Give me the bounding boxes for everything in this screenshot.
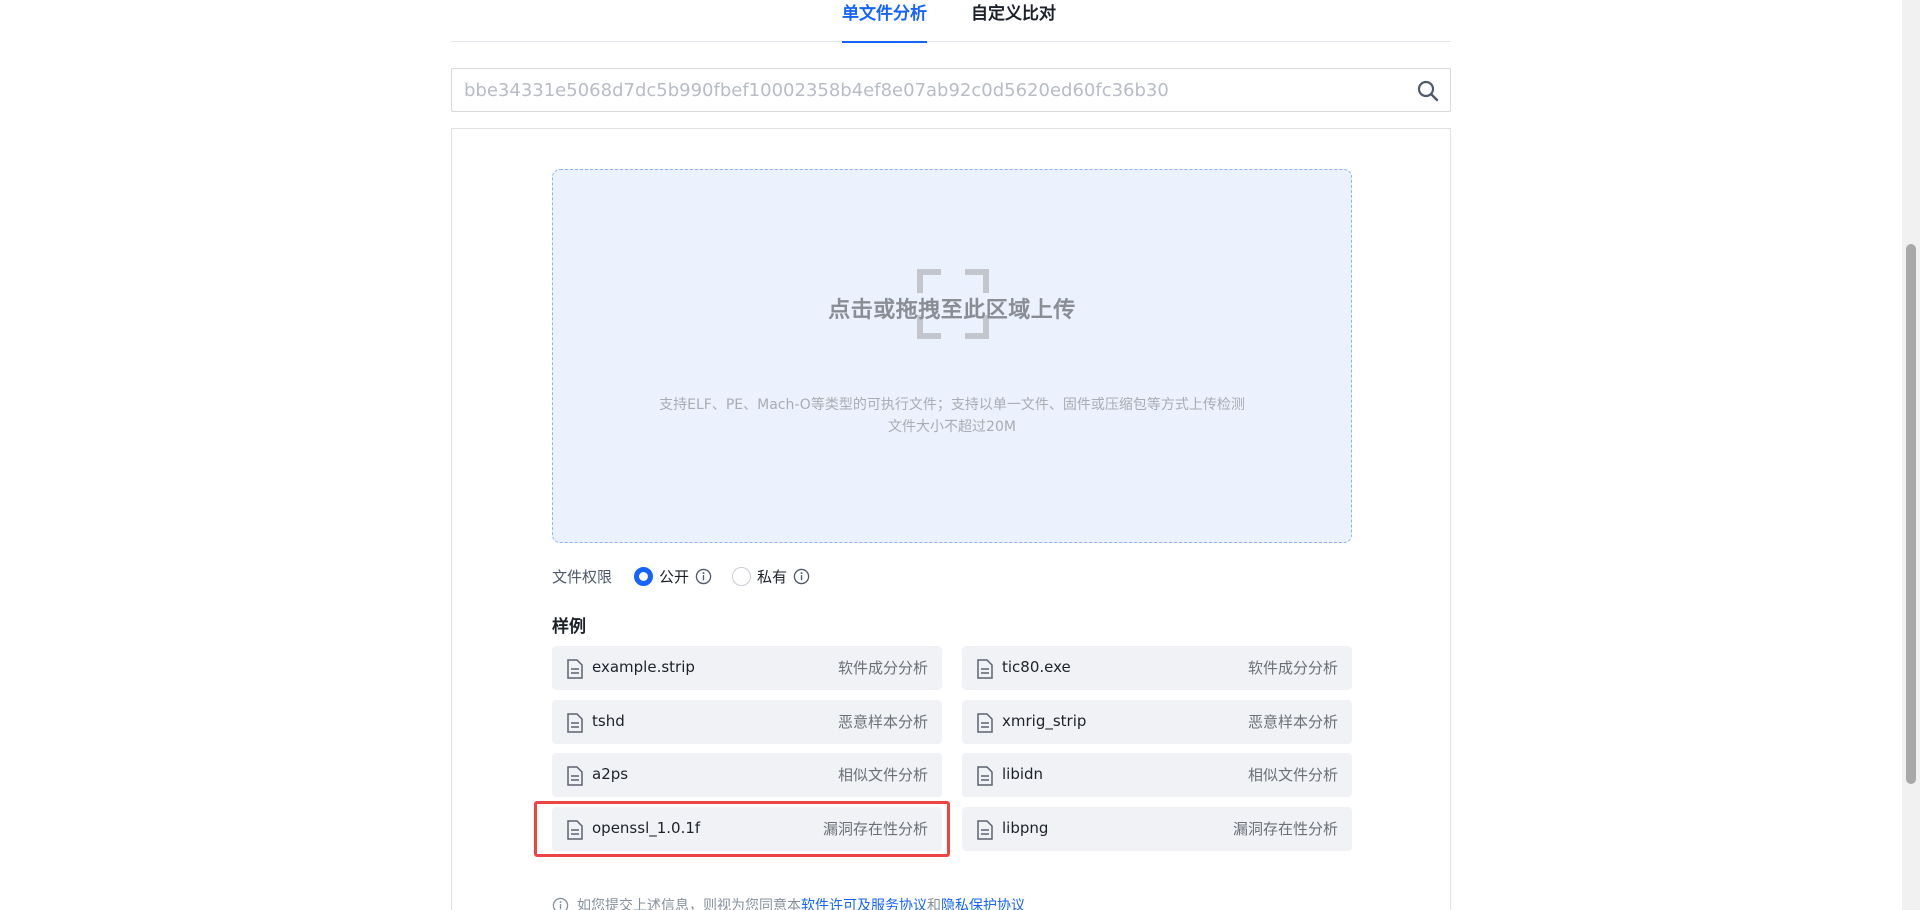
upload-size-limit: 文件大小不超过20M <box>888 419 1016 435</box>
upload-description-block: 支持ELF、PE、Mach-O等类型的可执行文件；支持以单一文件、固件或压缩包等… <box>553 394 1351 438</box>
page: 单文件分析 自定义比对 点击或拖拽至此区域上传 支持ELF、PE、Mach-O等… <box>0 0 1920 910</box>
sample-type: 漏洞存在性分析 <box>1232 820 1338 838</box>
agreement-note: 如您提交上述信息，则视为您同意本 软件许可及服务协议 和 隐私保护协议 <box>552 895 1025 910</box>
upload-panel: 点击或拖拽至此区域上传 支持ELF、PE、Mach-O等类型的可执行文件；支持以… <box>451 128 1451 910</box>
search-icon[interactable] <box>1416 79 1440 103</box>
agreement-prefix: 如您提交上述信息，则视为您同意本 <box>577 898 801 910</box>
file-icon <box>977 659 993 679</box>
sample-type: 漏洞存在性分析 <box>822 820 928 838</box>
sample-item[interactable]: tshd 恶意样本分析 <box>552 700 942 744</box>
tab-single-file-analysis[interactable]: 单文件分析 <box>842 3 927 43</box>
upload-dropzone[interactable]: 点击或拖拽至此区域上传 支持ELF、PE、Mach-O等类型的可执行文件；支持以… <box>552 169 1352 543</box>
sample-name: libidn <box>1002 765 1044 783</box>
scrollbar-thumb[interactable] <box>1906 244 1916 784</box>
sample-type: 恶意样本分析 <box>837 713 928 731</box>
file-icon <box>977 820 993 840</box>
file-icon <box>567 713 583 733</box>
upload-title: 点击或拖拽至此区域上传 <box>828 298 1076 323</box>
analysis-tabs: 单文件分析 自定义比对 <box>451 0 1451 43</box>
sample-name: tic80.exe <box>1002 658 1071 676</box>
sample-item[interactable]: libidn 相似文件分析 <box>962 753 1352 797</box>
file-icon <box>977 713 993 733</box>
file-permission-label: 文件权限 <box>552 567 613 586</box>
sample-type: 相似文件分析 <box>837 766 928 784</box>
sample-type: 软件成分分析 <box>1247 659 1338 677</box>
permission-public-radio[interactable]: 公开 <box>634 566 712 587</box>
info-icon <box>552 897 569 910</box>
tab-custom-compare[interactable]: 自定义比对 <box>971 3 1056 42</box>
sample-name: openssl_1.0.1f <box>592 819 701 837</box>
hash-search-box <box>451 68 1451 112</box>
sample-item[interactable]: xmrig_strip 恶意样本分析 <box>962 700 1352 744</box>
sample-type: 软件成分分析 <box>837 659 928 677</box>
file-icon <box>977 766 993 786</box>
permission-private-label: 私有 <box>757 567 788 586</box>
agreement-joiner: 和 <box>927 898 941 910</box>
sample-name: tshd <box>592 712 625 730</box>
page-scrollbar[interactable] <box>1902 0 1920 910</box>
radio-unchecked-indicator[interactable] <box>732 566 752 586</box>
sample-name: libpng <box>1002 819 1049 837</box>
sample-item[interactable]: libpng 漏洞存在性分析 <box>962 807 1352 851</box>
radio-checked-indicator[interactable] <box>634 566 654 586</box>
sample-type: 相似文件分析 <box>1247 766 1338 784</box>
privacy-policy-link[interactable]: 隐私保护协议 <box>941 895 1025 910</box>
sample-item[interactable]: example.strip 软件成分分析 <box>552 646 942 690</box>
upload-description: 支持ELF、PE、Mach-O等类型的可执行文件；支持以单一文件、固件或压缩包等… <box>659 397 1245 413</box>
sample-item[interactable]: tic80.exe 软件成分分析 <box>962 646 1352 690</box>
file-permission-row: 文件权限 公开 私有 <box>552 563 830 589</box>
sample-name: a2ps <box>592 765 629 783</box>
hash-search-input[interactable] <box>452 69 1392 111</box>
permission-private-radio[interactable]: 私有 <box>732 566 810 587</box>
info-icon[interactable] <box>793 568 810 585</box>
license-agreement-link[interactable]: 软件许可及服务协议 <box>801 895 927 910</box>
sample-item[interactable]: openssl_1.0.1f 漏洞存在性分析 <box>552 807 942 851</box>
file-icon <box>567 766 583 786</box>
samples-heading: 样例 <box>552 617 586 637</box>
sample-item[interactable]: a2ps 相似文件分析 <box>552 753 942 797</box>
info-icon[interactable] <box>695 568 712 585</box>
sample-name: example.strip <box>592 658 695 676</box>
permission-public-label: 公开 <box>659 567 690 586</box>
file-icon <box>567 659 583 679</box>
sample-type: 恶意样本分析 <box>1247 713 1338 731</box>
sample-name: xmrig_strip <box>1002 712 1087 730</box>
file-icon <box>567 820 583 840</box>
